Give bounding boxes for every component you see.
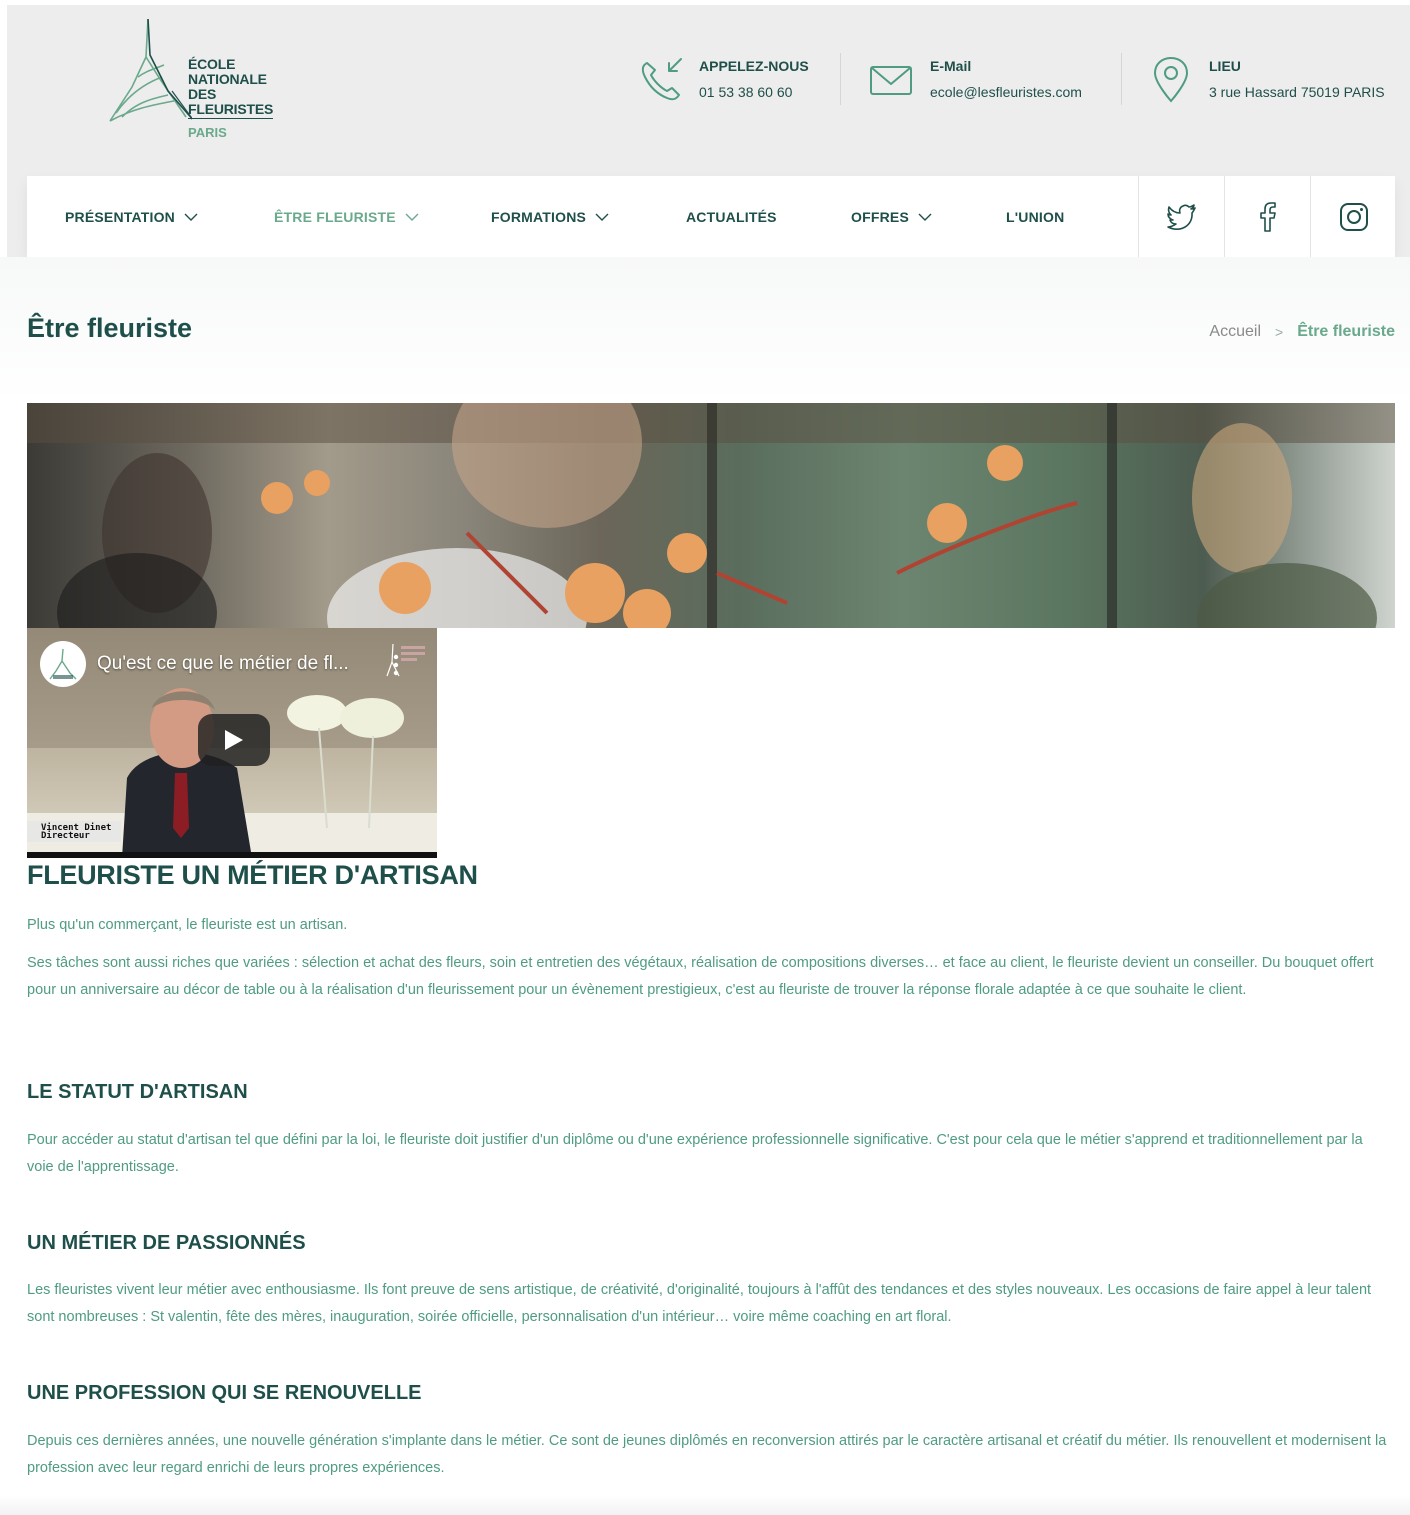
phone-icon — [641, 58, 682, 101]
school-logo[interactable]: ÉCOLE NATIONALE DES FLEURISTES PARIS — [102, 17, 282, 147]
hero-image — [27, 403, 1395, 628]
page-title-band: Être fleuriste Accueil > Être fleuriste — [0, 257, 1410, 402]
intro-paragraph-details: Ses tâches sont aussi riches que variées… — [27, 955, 1374, 998]
nav-item-formations[interactable]: FORMATIONS — [491, 176, 609, 257]
contact-email-value[interactable]: ecole@lesfleuristes.com — [930, 84, 1082, 100]
page-title: Être fleuriste — [27, 313, 193, 343]
contact-phone-value[interactable]: 01 53 38 60 60 — [699, 84, 809, 100]
social-facebook-link[interactable] — [1224, 176, 1310, 257]
section-heading-renouvelle: UNE PROFESSION QUI SE RENOUVELLE — [27, 1382, 422, 1404]
nav-item-label: L'UNION — [1006, 208, 1065, 225]
breadcrumb-separator: > — [1275, 324, 1284, 340]
instagram-icon — [1339, 202, 1368, 231]
mail-icon — [870, 66, 912, 95]
nav-item-label: ÊTRE FLEURISTE — [274, 208, 396, 225]
chevron-down-icon — [595, 213, 609, 221]
nav-item-offres[interactable]: OFFRES — [851, 176, 932, 257]
video-player[interactable]: Qu'est ce que le métier de fl... Vincent… — [27, 628, 437, 858]
logo-line: DES — [188, 86, 217, 102]
play-button[interactable] — [198, 714, 270, 766]
breadcrumb-current: Être fleuriste — [1297, 323, 1395, 340]
contact-phone-title: APPELEZ-NOUS — [699, 58, 809, 74]
logo-city: PARIS — [188, 125, 227, 140]
nav-item-label: FORMATIONS — [491, 208, 587, 225]
nav-item-actualites[interactable]: ACTUALITÉS — [686, 176, 777, 257]
video-title[interactable]: Qu'est ce que le métier de fl... — [97, 653, 377, 675]
breadcrumb-home-link[interactable]: Accueil — [1209, 323, 1261, 341]
header-divider — [840, 53, 841, 105]
intro-paragraph: Plus qu'un commerçant, le fleuriste est … — [27, 917, 348, 933]
logo-line: ÉCOLE — [188, 56, 236, 72]
florists-photo — [27, 403, 1395, 628]
chevron-down-icon — [918, 213, 932, 221]
contact-phone[interactable]: APPELEZ-NOUS 01 53 38 60 60 — [637, 53, 809, 103]
breadcrumb: Accueil > Être fleuriste — [1209, 323, 1395, 341]
channel-logo-icon — [49, 648, 77, 680]
nav-item-label: OFFRES — [851, 208, 909, 225]
section-text-renouvelle: Depuis ces dernières années, une nouvell… — [27, 1433, 1387, 1476]
header-divider — [1121, 53, 1122, 105]
channel-avatar[interactable] — [40, 641, 86, 687]
school-watermark-icon — [386, 643, 425, 677]
logo-wordmark: ÉCOLE NATIONALE DES FLEURISTES — [188, 57, 273, 119]
main-heading: FLEURISTE UN MÉTIER D'ARTISAN — [27, 860, 478, 890]
video-lower-third: Vincent Dinet Directeur — [27, 821, 122, 842]
play-icon — [225, 730, 243, 750]
nav-item-presentation[interactable]: PRÉSENTATION — [65, 176, 198, 257]
contact-email-title: E-Mail — [930, 58, 972, 74]
twitter-icon — [1166, 203, 1196, 230]
logo-line: FLEURISTES — [188, 101, 274, 119]
chevron-down-icon — [405, 213, 419, 221]
logo-line: NATIONALE — [188, 71, 267, 87]
more-vertical-icon[interactable] — [393, 654, 399, 676]
nav-item-label: PRÉSENTATION — [65, 208, 175, 225]
section-heading-statut: LE STATUT D'ARTISAN — [27, 1081, 248, 1103]
contact-location-value[interactable]: 3 rue Hassard 75019 PARIS — [1209, 84, 1385, 100]
contact-email[interactable]: E-Mail ecole@lesfleuristes.com — [868, 53, 1082, 103]
page-bottom-edge — [0, 1495, 1410, 1515]
contact-location[interactable]: LIEU 3 rue Hassard 75019 PARIS — [1147, 53, 1385, 103]
main-navigation: PRÉSENTATION ÊTRE FLEURISTE FORMATIONS A… — [27, 176, 1395, 257]
nav-item-lunion[interactable]: L'UNION — [1006, 176, 1064, 257]
social-twitter-link[interactable] — [1138, 176, 1224, 257]
nav-item-label: ACTUALITÉS — [686, 208, 777, 225]
section-text-passionnes: Les fleuristes vivent leur métier avec e… — [27, 1282, 1372, 1325]
eiffel-flower-logo-icon — [109, 18, 192, 122]
nav-item-etre-fleuriste[interactable]: ÊTRE FLEURISTE — [274, 176, 419, 257]
contact-location-title: LIEU — [1209, 58, 1241, 74]
section-text-statut: Pour accéder au statut d'artisan tel que… — [27, 1132, 1363, 1175]
video-caption-role: Directeur — [41, 831, 90, 841]
social-instagram-link[interactable] — [1310, 176, 1396, 257]
facebook-icon — [1259, 201, 1276, 232]
location-pin-icon — [1153, 56, 1189, 103]
section-heading-passionnes: UN MÉTIER DE PASSIONNÉS — [27, 1232, 306, 1254]
chevron-down-icon — [184, 213, 198, 221]
